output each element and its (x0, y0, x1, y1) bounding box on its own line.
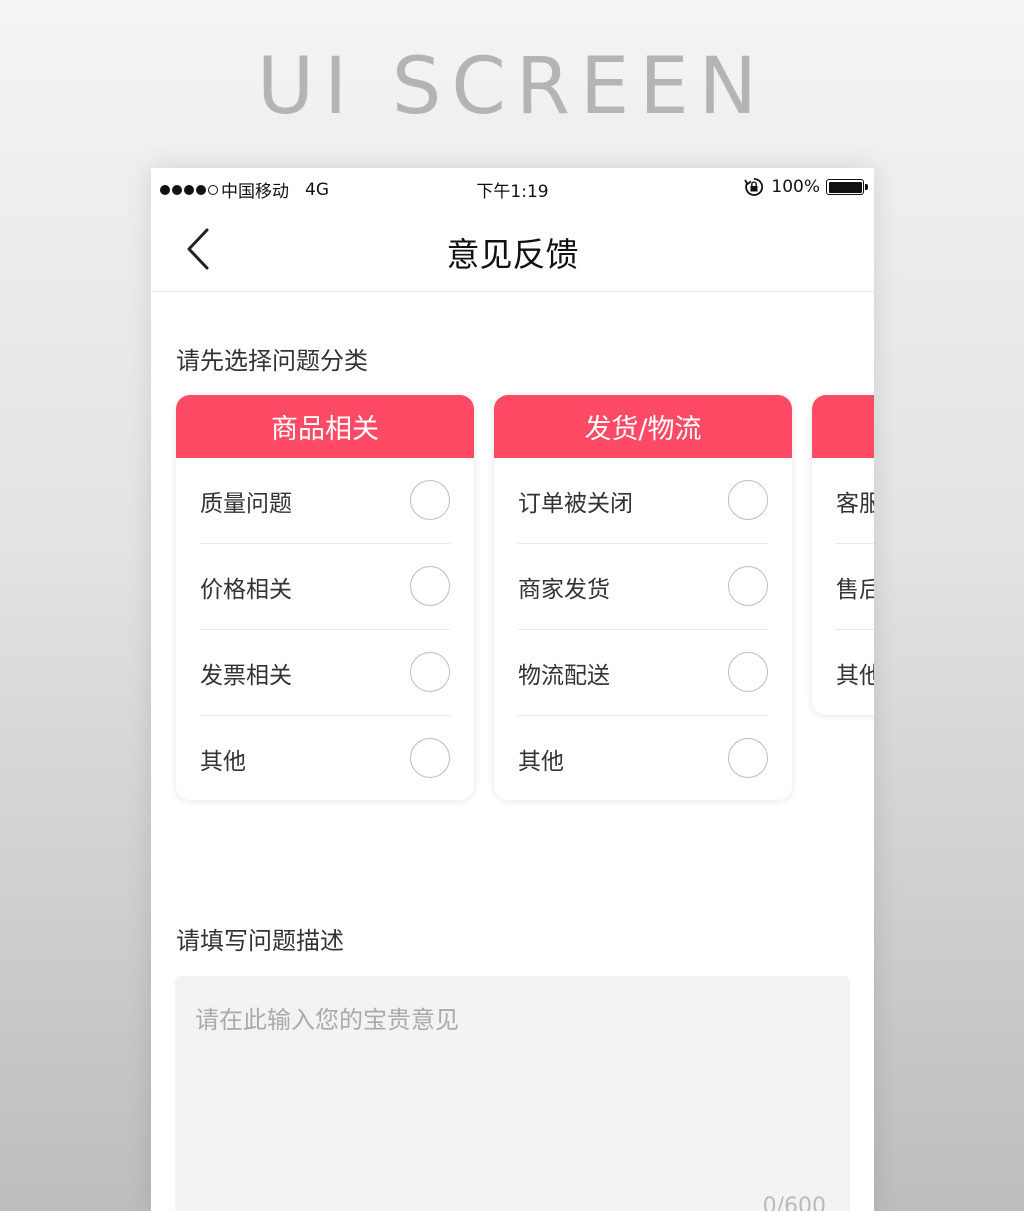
radio-button[interactable] (410, 480, 450, 520)
option-label: 客服 (836, 490, 874, 517)
category-option[interactable]: 质量问题 (200, 458, 450, 544)
option-label: 质量问题 (200, 490, 292, 517)
category-cards: 商品相关 质量问题 价格相关 发票相关 其他 发货/物流 订单被关闭 商家发货 … (176, 395, 874, 800)
option-label: 其他 (200, 748, 246, 775)
banner-title: UI SCREEN (257, 42, 767, 132)
category-option[interactable]: 发票相关 (200, 630, 450, 716)
option-label: 其他 (518, 748, 564, 775)
option-label: 商家发货 (518, 576, 610, 603)
category-card-title (812, 395, 874, 458)
battery-percent: 100% (771, 177, 820, 197)
option-label: 价格相关 (200, 576, 292, 603)
status-bar: 中国移动 4G 下午1:19 100% (151, 168, 874, 208)
radio-button[interactable] (728, 738, 768, 778)
radio-button[interactable] (410, 738, 450, 778)
category-section-label: 请先选择问题分类 (176, 347, 368, 375)
category-option[interactable]: 订单被关闭 (518, 458, 768, 544)
category-option[interactable]: 商家发货 (518, 544, 768, 630)
option-label: 发票相关 (200, 662, 292, 689)
category-option[interactable]: 其他 (836, 630, 874, 715)
character-counter: 0/600 (762, 1194, 826, 1211)
description-section-label: 请填写问题描述 (176, 927, 344, 955)
radio-button[interactable] (728, 652, 768, 692)
category-option[interactable]: 物流配送 (518, 630, 768, 716)
option-label: 其他 (836, 662, 874, 689)
radio-button[interactable] (728, 566, 768, 606)
category-option[interactable]: 客服 (836, 458, 874, 544)
rotation-lock-icon (744, 178, 764, 196)
status-bar-right: 100% (743, 176, 868, 198)
option-label: 售后 (836, 576, 874, 603)
battery-icon (826, 179, 868, 195)
category-card-title: 发货/物流 (494, 395, 792, 458)
category-card-service: 客服 售后 其他 (812, 395, 874, 715)
page-title: 意见反馈 (446, 235, 579, 274)
category-card-shipping: 发货/物流 订单被关闭 商家发货 物流配送 其他 (494, 395, 792, 800)
phone-screen: 中国移动 4G 下午1:19 100% 意见反馈 请先选择问题分类 商品相关 质… (151, 168, 874, 1211)
category-option[interactable]: 其他 (200, 716, 450, 800)
option-label: 物流配送 (518, 662, 610, 689)
radio-button[interactable] (410, 566, 450, 606)
radio-button[interactable] (728, 480, 768, 520)
feedback-textarea-box: 0/600 (175, 976, 850, 1211)
category-option[interactable]: 价格相关 (200, 544, 450, 630)
option-label: 订单被关闭 (518, 490, 633, 517)
feedback-input[interactable] (175, 976, 850, 1211)
category-option[interactable]: 其他 (518, 716, 768, 800)
category-option[interactable]: 售后 (836, 544, 874, 630)
category-card-title: 商品相关 (176, 395, 474, 458)
battery-fill (828, 181, 862, 193)
radio-button[interactable] (410, 652, 450, 692)
navigation-bar: 意见反馈 (151, 208, 874, 292)
category-card-goods: 商品相关 质量问题 价格相关 发票相关 其他 (176, 395, 474, 800)
